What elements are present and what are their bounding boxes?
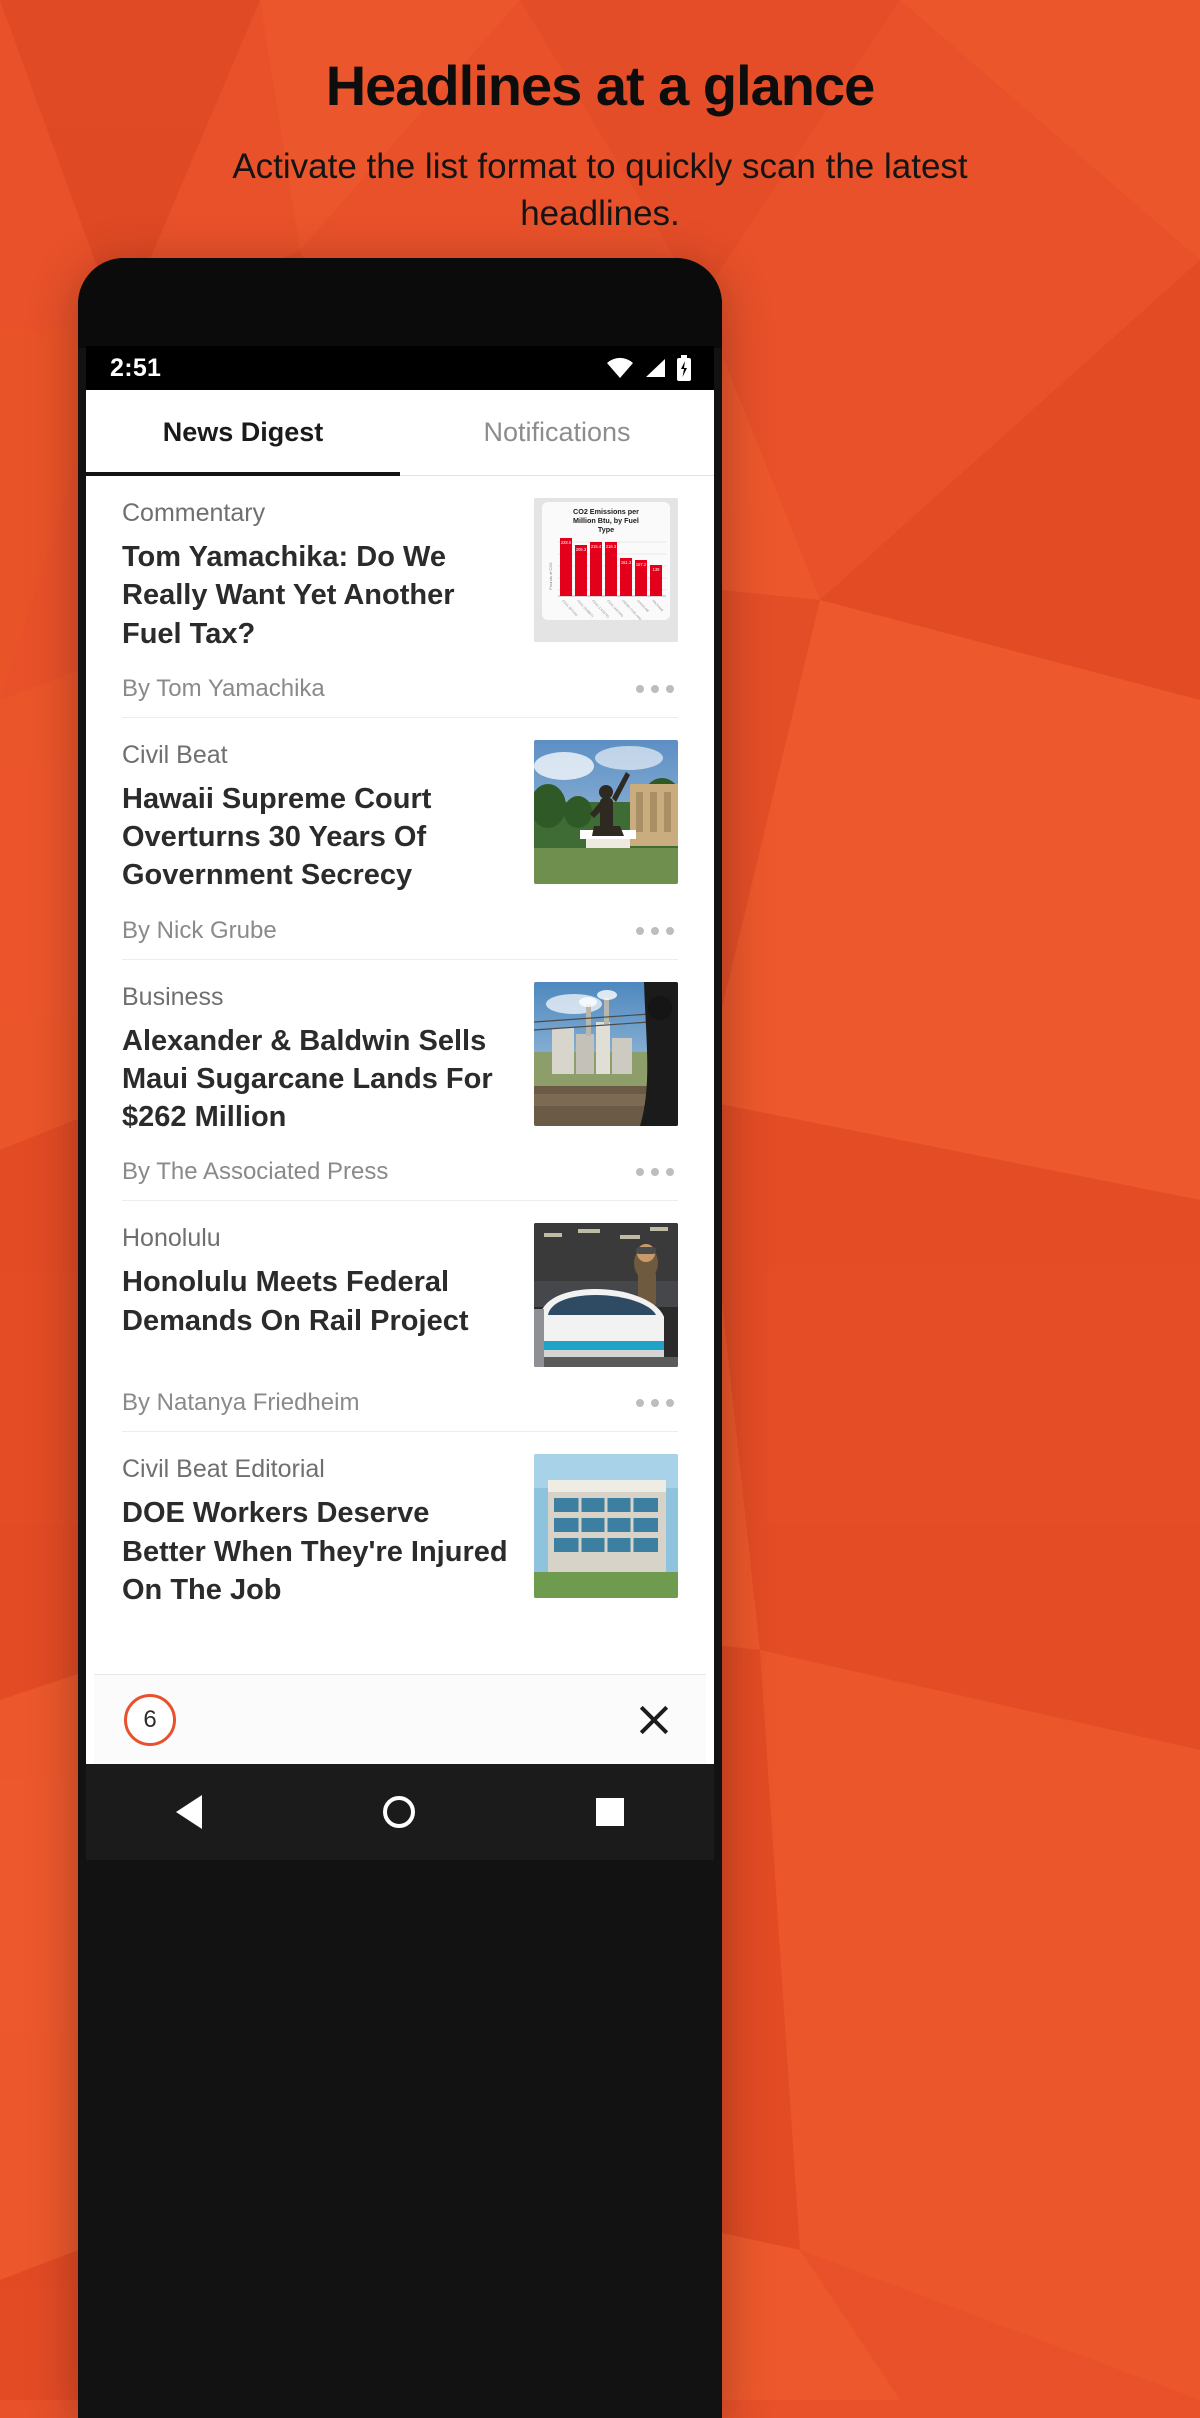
dot-icon (666, 1399, 674, 1408)
article-byline: By Natanya Friedheim (122, 1389, 360, 1417)
article-text: Business Alexander & Baldwin Sells Maui … (122, 982, 514, 1137)
article-body: Commentary Tom Yamachika: Do We Really W… (122, 498, 678, 653)
step-count-badge[interactable]: 6 (124, 1693, 176, 1746)
tab-bar: News Digest Notifications (86, 390, 714, 476)
signal-icon (646, 359, 665, 377)
android-navigation-bar (86, 1764, 714, 1860)
article-kicker: Business (122, 982, 224, 1011)
statue-photo-thumbnail[interactable] (534, 739, 678, 884)
article-byline: By The Associated Press (122, 1158, 389, 1186)
svg-text:Type: Type (598, 525, 614, 534)
dot-icon (666, 1168, 674, 1177)
tab-notifications-label: Notifications (483, 417, 631, 447)
article-more-options-button[interactable] (636, 684, 678, 693)
article-headline[interactable]: Tom Yamachika: Do We Really Want Yet Ano… (122, 538, 514, 653)
svg-text:215.4: 215.4 (591, 544, 602, 549)
article-text: Civil Beat Hawaii Supreme Court Overturn… (122, 740, 514, 895)
article-item[interactable]: Civil Beat Editorial DOE Workers Deserve… (86, 1432, 714, 1609)
promo-block: Headlines at a glance Activate the list … (0, 55, 1200, 237)
article-body: Civil Beat Editorial DOE Workers Deserve… (122, 1454, 678, 1609)
chart-thumbnail[interactable]: CO2 Emissions per Million Btu, by Fuel T… (534, 498, 678, 642)
dot-icon (651, 1168, 659, 1177)
status-bar-clock: 2:51 (110, 353, 162, 382)
svg-text:228.6: 228.6 (561, 540, 572, 545)
article-item[interactable]: Business Alexander & Baldwin Sells Maui … (86, 960, 714, 1202)
back-button-icon[interactable] (176, 1795, 203, 1829)
dot-icon (636, 926, 644, 935)
industrial-plant-photo (534, 981, 678, 1126)
article-headline[interactable]: DOE Workers Deserve Better When They're … (122, 1494, 514, 1609)
dot-icon (651, 926, 659, 935)
svg-text:Million Btu, by Fuel: Million Btu, by Fuel (573, 516, 639, 525)
rail-car-photo-thumbnail[interactable] (534, 1223, 678, 1368)
article-body: Business Alexander & Baldwin Sells Maui … (122, 981, 678, 1137)
article-footer: By Tom Yamachika (122, 659, 678, 717)
svg-text:205.3: 205.3 (576, 547, 587, 552)
wifi-icon (607, 357, 633, 378)
battery-charging-icon (677, 355, 691, 381)
recents-button-icon[interactable] (595, 1798, 624, 1826)
app-screen: News Digest Notifications Commentary Tom… (86, 390, 714, 1764)
promo-subtitle: Activate the list format to quickly scan… (232, 146, 968, 233)
dot-icon (636, 1168, 644, 1177)
bottom-action-bar: 6 (94, 1674, 706, 1764)
svg-text:139: 139 (653, 567, 661, 572)
dot-icon (666, 684, 674, 693)
building-photo (534, 1454, 678, 1599)
tab-notifications[interactable]: Notifications (400, 390, 714, 475)
article-footer: By Natanya Friedheim (122, 1373, 678, 1431)
dot-icon (636, 684, 644, 693)
article-footer: By The Associated Press (122, 1142, 678, 1200)
article-headline[interactable]: Hawaii Supreme Court Overturns 30 Years … (122, 780, 514, 895)
article-kicker: Civil Beat Editorial (122, 1455, 325, 1484)
article-text: Civil Beat Editorial DOE Workers Deserve… (122, 1454, 514, 1609)
article-more-options-button[interactable] (636, 926, 678, 935)
article-text: Honolulu Honolulu Meets Federal Demands … (122, 1223, 514, 1340)
phone-device-frame: 2:51 News Digest Notifications Commentar… (78, 258, 722, 2418)
rail-car-photo (534, 1223, 678, 1368)
article-headline[interactable]: Honolulu Meets Federal Demands On Rail P… (122, 1263, 514, 1340)
dot-icon (651, 1399, 659, 1408)
co2-bar-chart: CO2 Emissions per Million Btu, by Fuel T… (534, 498, 678, 642)
tab-news-digest[interactable]: News Digest (86, 390, 400, 476)
article-more-options-button[interactable] (636, 1168, 678, 1177)
article-item[interactable]: Honolulu Honolulu Meets Federal Demands … (86, 1201, 714, 1433)
article-headline[interactable]: Alexander & Baldwin Sells Maui Sugarcane… (122, 1022, 514, 1137)
industrial-plant-photo-thumbnail[interactable] (534, 981, 678, 1126)
svg-text:CO2 Emissions per: CO2 Emissions per (573, 507, 639, 516)
dot-icon (636, 1399, 644, 1408)
dot-icon (666, 926, 674, 935)
article-body: Civil Beat Hawaii Supreme Court Overturn… (122, 739, 678, 895)
article-item[interactable]: Civil Beat Hawaii Supreme Court Overturn… (86, 718, 714, 960)
svg-text:216.3: 216.3 (606, 544, 617, 549)
home-button-icon[interactable] (382, 1796, 415, 1828)
status-bar-icons (606, 355, 692, 381)
article-list: Commentary Tom Yamachika: Do We Really W… (86, 476, 714, 1610)
statue-photo (534, 739, 678, 884)
article-kicker: Honolulu (122, 1224, 221, 1253)
building-photo-thumbnail[interactable] (534, 1454, 678, 1599)
dot-icon (651, 684, 659, 693)
promo-title: Headlines at a glance (325, 54, 876, 117)
article-kicker: Civil Beat (122, 740, 228, 769)
svg-text:161.3: 161.3 (621, 560, 632, 565)
article-footer: By Nick Grube (122, 901, 678, 959)
article-more-options-button[interactable] (636, 1399, 678, 1408)
phone-top-bezel (78, 258, 722, 348)
svg-text:157.2: 157.2 (636, 562, 647, 567)
article-text: Commentary Tom Yamachika: Do We Really W… (122, 498, 514, 653)
article-item[interactable]: Commentary Tom Yamachika: Do We Really W… (86, 476, 714, 718)
svg-text:Pounds of CO2: Pounds of CO2 (548, 562, 553, 590)
close-icon[interactable] (632, 1698, 676, 1742)
article-byline: By Nick Grube (122, 916, 277, 944)
article-byline: By Tom Yamachika (122, 674, 325, 702)
article-body: Honolulu Honolulu Meets Federal Demands … (122, 1223, 678, 1368)
status-bar: 2:51 (86, 346, 714, 390)
tab-news-digest-label: News Digest (162, 417, 324, 447)
article-kicker: Commentary (122, 499, 266, 527)
